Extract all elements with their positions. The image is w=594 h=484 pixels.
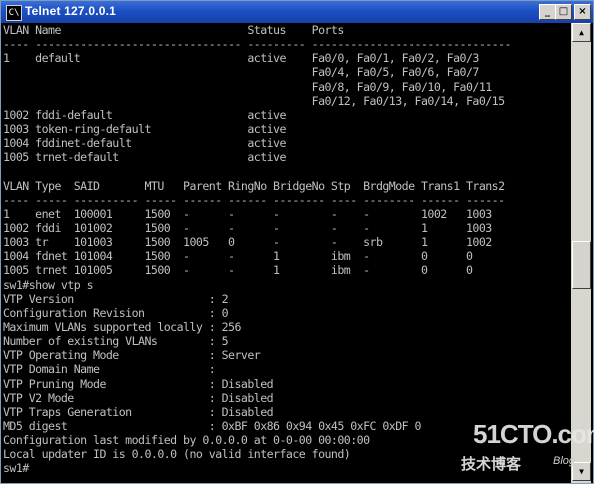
- terminal-line: VTP Pruning Mode : Disabled: [3, 376, 274, 391]
- terminal-output[interactable]: VLAN Name Status Ports ---- -------------…: [3, 23, 569, 481]
- terminal-line: 1 enet 100001 1500 - - - - - 1002 1003: [3, 206, 492, 221]
- scroll-up-button[interactable]: ▲: [572, 23, 591, 42]
- scroll-down-button[interactable]: ▼: [572, 462, 591, 481]
- terminal-line: sw1#: [3, 461, 29, 476]
- terminal-line: ---- ----- ---------- ----- ------ -----…: [3, 192, 505, 207]
- scroll-thumb[interactable]: [572, 241, 591, 289]
- terminal-line: 1003 token-ring-default active: [3, 121, 286, 136]
- terminal-line: Fa0/4, Fa0/5, Fa0/6, Fa0/7: [3, 65, 480, 80]
- title-bar[interactable]: C\ Telnet 127.0.0.1 _ □ ×: [1, 1, 593, 23]
- terminal-line: Configuration last modified by 0.0.0.0 a…: [3, 433, 370, 448]
- terminal-line: 1004 fdnet 101004 1500 - - 1 ibm - 0 0: [3, 249, 473, 264]
- terminal-line: Configuration Revision : 0: [3, 305, 229, 320]
- terminal-line: 1003 tr 101003 1500 1005 0 - - srb 1 100…: [3, 235, 492, 250]
- terminal-line: VTP Traps Generation : Disabled: [3, 404, 274, 419]
- terminal-line: VLAN Type SAID MTU Parent RingNo BridgeN…: [3, 178, 505, 193]
- terminal-line: 1002 fddi-default active: [3, 107, 286, 122]
- terminal-line: VLAN Name Status Ports: [3, 23, 344, 37]
- terminal-line: VTP Version : 2: [3, 291, 229, 306]
- terminal-line: VTP Domain Name :: [3, 362, 216, 377]
- terminal-line: Fa0/8, Fa0/9, Fa0/10, Fa0/11: [3, 79, 493, 94]
- terminal-line: VTP Operating Mode : Server: [3, 348, 261, 363]
- maximize-button[interactable]: □: [555, 4, 572, 20]
- terminal-line: Maximum VLANs supported locally : 256: [3, 319, 241, 334]
- minimize-button[interactable]: _: [539, 4, 556, 20]
- terminal-line: 1005 trnet 101005 1500 - - 1 ibm - 0 0: [3, 263, 473, 278]
- terminal-line: sw1#show vtp s: [3, 277, 94, 292]
- telnet-window: C\ Telnet 127.0.0.1 _ □ × VLAN Name Stat…: [0, 0, 594, 484]
- console-app-icon[interactable]: C\: [6, 5, 22, 21]
- terminal-line: 1 default active Fa0/0, Fa0/1, Fa0/2, Fa…: [3, 51, 479, 66]
- close-button[interactable]: ×: [574, 4, 591, 20]
- terminal-line: 1004 fddinet-default active: [3, 136, 286, 151]
- terminal-line: Local updater ID is 0.0.0.0 (no valid in…: [3, 447, 351, 462]
- window-title: Telnet 127.0.0.1: [25, 4, 117, 18]
- terminal-line: ---- -------------------------------- --…: [3, 37, 512, 52]
- terminal-line: 1002 fddi 101002 1500 - - - - - 1 1003: [3, 220, 492, 235]
- terminal-line: VTP V2 Mode : Disabled: [3, 390, 274, 405]
- terminal-line: 1005 trnet-default active: [3, 150, 286, 165]
- vertical-scrollbar[interactable]: ▲ ▼: [571, 23, 591, 483]
- terminal-line: Number of existing VLANs : 5: [3, 334, 229, 349]
- terminal-line: MD5 digest : 0xBF 0x86 0x94 0x45 0xFC 0x…: [3, 418, 422, 433]
- terminal-line: Fa0/12, Fa0/13, Fa0/14, Fa0/15: [3, 93, 505, 108]
